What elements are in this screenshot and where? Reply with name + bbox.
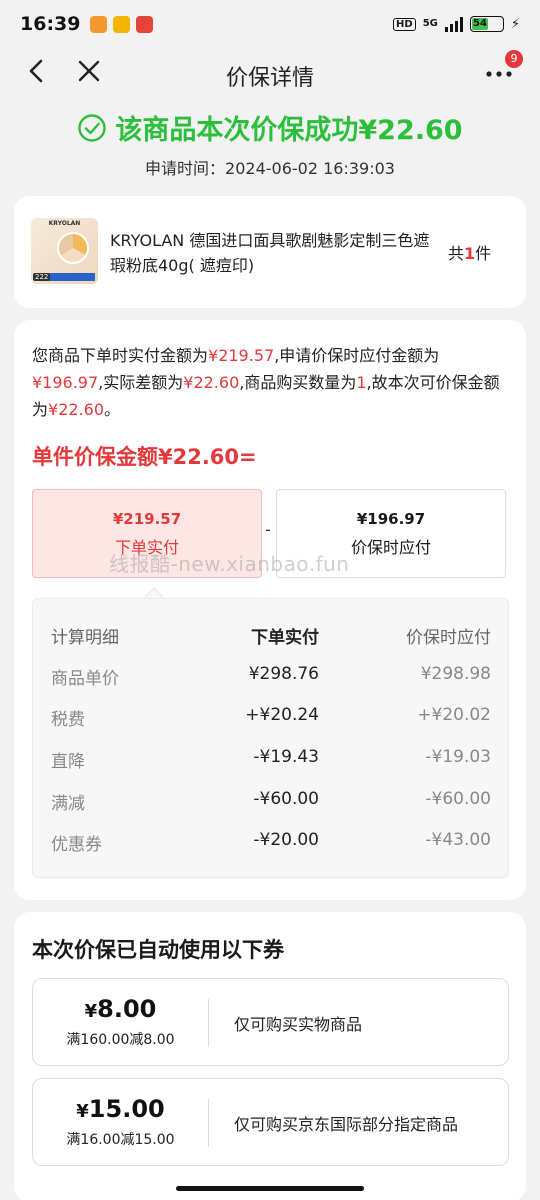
thumbnail-strip bbox=[49, 273, 95, 281]
currency-symbol: ¥ bbox=[76, 1101, 89, 1122]
purchase-quantity: 1 bbox=[356, 373, 367, 392]
apply-time: 申请时间：2024-06-02 16:39:03 bbox=[145, 159, 395, 178]
concealer-palette-image bbox=[57, 232, 89, 264]
refund-amount: ¥22.60 bbox=[48, 400, 104, 419]
column-header: 价保时应付 bbox=[406, 628, 491, 648]
column-header: 下单实付 bbox=[251, 628, 319, 648]
explanation-text: 您商品下单时实付金额为¥219.57,申请价保时应付金额为 ¥196.97,实际差… bbox=[32, 342, 510, 423]
protect-value: -¥19.03 bbox=[425, 747, 491, 767]
product-card[interactable]: KRYOLAN 222 KRYOLAN 德国进口面具歌剧魅影定制三色遮瑕粉底40… bbox=[14, 196, 526, 308]
protect-value: -¥60.00 bbox=[425, 789, 491, 809]
message-count-badge: 9 bbox=[505, 50, 523, 68]
explanation-part: ,实际差额为 bbox=[98, 373, 184, 392]
column-header: 计算明细 bbox=[51, 628, 119, 648]
difference-amount: ¥22.60 bbox=[183, 373, 240, 392]
result-message: 该商品本次价保成功¥22.60 bbox=[115, 115, 463, 146]
calculation-table: 计算明细 下单实付 价保时应付 商品单价 ¥298.76 ¥298.98 税费 … bbox=[32, 598, 509, 878]
home-indicator[interactable] bbox=[176, 1186, 364, 1191]
unit-refund-title: 单件价保金额¥22.60= bbox=[32, 445, 257, 469]
coupon-item[interactable]: ¥8.00 满160.00减8.00 仅可购买实物商品 bbox=[32, 978, 509, 1066]
coupon-card: 本次价保已自动使用以下券 ¥8.00 满160.00减8.00 仅可购买实物商品… bbox=[14, 912, 526, 1200]
row-label: 商品单价 bbox=[51, 669, 119, 689]
nav-bar: 价保详情 bbox=[0, 48, 540, 98]
status-app-icons bbox=[90, 15, 154, 33]
product-name[interactable]: KRYOLAN 德国进口面具歌剧魅影定制三色遮瑕粉底40g( 遮痘印) bbox=[110, 228, 432, 278]
explanation-part: 您商品下单时实付金额为 bbox=[32, 346, 209, 365]
explanation-part: ,申请价保时应付金额为 bbox=[274, 346, 440, 365]
coupon-divider bbox=[208, 1099, 209, 1147]
row-label: 直降 bbox=[51, 752, 85, 772]
charging-icon: ⚡ bbox=[510, 16, 520, 32]
table-row: 满减 -¥60.00 -¥60.00 bbox=[33, 789, 510, 831]
success-check-icon bbox=[78, 113, 107, 142]
thumbnail-brand: KRYOLAN bbox=[48, 220, 81, 227]
row-label: 满减 bbox=[51, 794, 85, 814]
coupon-divider bbox=[208, 999, 209, 1047]
qty-prefix: 共 bbox=[448, 244, 465, 263]
table-row: 税费 +¥20.24 +¥20.02 bbox=[33, 705, 510, 747]
row-label: 优惠券 bbox=[51, 835, 102, 855]
table-header-row: 计算明细 下单实付 价保时应付 bbox=[33, 623, 510, 665]
explanation-part: ,商品购买数量为 bbox=[239, 373, 357, 392]
currency-symbol: ¥ bbox=[84, 1001, 98, 1022]
page-title: 价保详情 bbox=[225, 66, 314, 91]
paid-amount: ¥219.57 bbox=[208, 346, 275, 365]
protect-value: ¥298.98 bbox=[420, 664, 491, 684]
signal-icon bbox=[444, 16, 463, 32]
explanation-part: 。 bbox=[104, 400, 121, 419]
protected-amount: ¥196.97 bbox=[32, 373, 99, 392]
coupon-amount: ¥8.00 bbox=[33, 995, 208, 1023]
hd-icon: HD bbox=[393, 17, 416, 31]
qty-number: 1 bbox=[464, 244, 476, 263]
paid-value: -¥20.00 bbox=[253, 830, 319, 850]
coupon-description: 仅可购买京东国际部分指定商品 bbox=[234, 1115, 459, 1134]
price-protection-detail-card: 您商品下单时实付金额为¥219.57,申请价保时应付金额为¥196.97,实际差… bbox=[14, 320, 526, 900]
coupon-value: 8.00 bbox=[97, 995, 157, 1023]
app-notification-icon-1 bbox=[90, 15, 108, 33]
protect-value: +¥20.02 bbox=[417, 705, 491, 725]
coupon-amount: ¥15.00 bbox=[33, 1095, 208, 1123]
table-row: 直降 -¥19.43 -¥19.03 bbox=[33, 747, 510, 789]
protect-value: -¥43.00 bbox=[425, 830, 491, 850]
minus-operator: - bbox=[265, 520, 271, 539]
coupon-section-title: 本次价保已自动使用以下券 bbox=[32, 938, 284, 962]
status-bar: 16:39 HD 5G 54 ⚡ bbox=[0, 0, 540, 48]
result-banner: 该商品本次价保成功¥22.60 bbox=[0, 108, 540, 147]
product-quantity: 共1件 bbox=[448, 240, 491, 264]
paid-box-amount: ¥219.57 bbox=[112, 510, 182, 528]
product-thumbnail[interactable]: KRYOLAN 222 bbox=[31, 218, 98, 284]
paid-value: -¥60.00 bbox=[253, 789, 319, 809]
coupon-value: 15.00 bbox=[88, 1095, 165, 1123]
watermark-text: 线报酷-new.xianbao.fun bbox=[109, 552, 350, 576]
paid-value: ¥298.76 bbox=[248, 664, 319, 684]
row-label: 税费 bbox=[51, 710, 85, 730]
coupon-condition: 满160.00减8.00 bbox=[66, 1032, 175, 1048]
protected-box-amount: ¥196.97 bbox=[356, 510, 426, 528]
paid-value: -¥19.43 bbox=[253, 747, 319, 767]
qty-suffix: 件 bbox=[475, 244, 492, 263]
table-row: 商品单价 ¥298.76 ¥298.98 bbox=[33, 664, 510, 706]
battery-icon: 54 bbox=[469, 16, 504, 32]
coupon-description: 仅可购买实物商品 bbox=[234, 1015, 363, 1034]
table-row: 优惠券 -¥20.00 -¥43.00 bbox=[33, 830, 510, 872]
status-time: 16:39 bbox=[20, 13, 81, 35]
coupon-item[interactable]: ¥15.00 满16.00减15.00 仅可购买京东国际部分指定商品 bbox=[32, 1078, 509, 1166]
paid-value: +¥20.24 bbox=[245, 705, 319, 725]
battery-level: 54 bbox=[471, 18, 489, 30]
app-notification-icon-3 bbox=[136, 15, 154, 33]
thumbnail-price-tag: 222 bbox=[33, 273, 51, 281]
coupon-condition: 满16.00减15.00 bbox=[66, 1132, 175, 1148]
network-type-icon: 5G bbox=[422, 18, 438, 29]
app-notification-icon-2 bbox=[113, 15, 131, 33]
